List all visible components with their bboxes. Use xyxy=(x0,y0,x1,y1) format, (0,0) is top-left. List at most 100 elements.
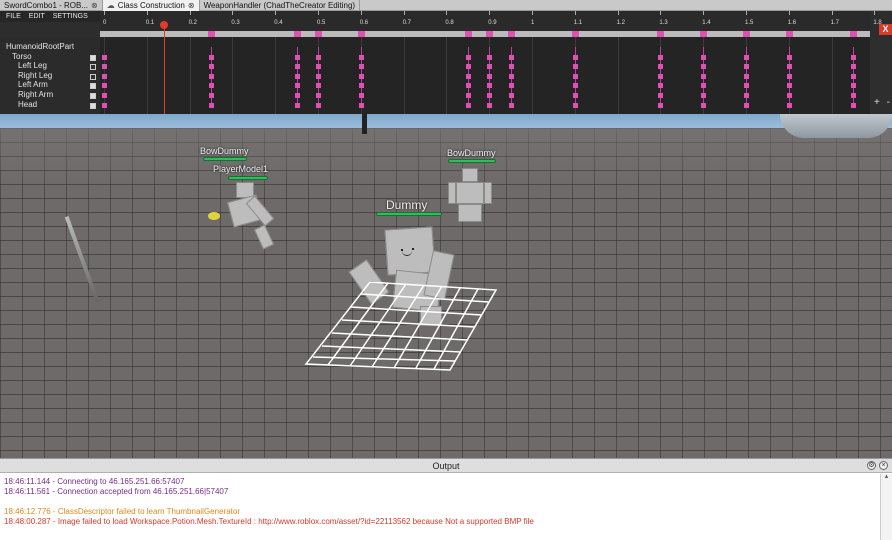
keyframe[interactable] xyxy=(358,54,364,60)
keyframe[interactable] xyxy=(508,73,514,79)
tab-swordcombo[interactable]: SwordCombo1 - ROB... ⊗ xyxy=(0,0,103,11)
scroll-up-icon[interactable]: ▲ xyxy=(881,474,892,480)
keyframe[interactable] xyxy=(465,93,471,98)
keyframe[interactable] xyxy=(744,54,749,60)
keyframe-tracks[interactable] xyxy=(100,37,876,114)
keyframe[interactable] xyxy=(572,54,578,60)
keyframe[interactable] xyxy=(744,93,749,98)
menu-settings[interactable]: SETTINGS xyxy=(53,11,88,22)
bowdummy-torso[interactable] xyxy=(456,182,484,204)
keyframe[interactable] xyxy=(102,64,107,70)
keyframe[interactable] xyxy=(487,102,493,108)
keyframe[interactable] xyxy=(209,102,214,108)
keyframe[interactable] xyxy=(209,54,214,60)
keyframe[interactable] xyxy=(851,54,856,60)
keyframe[interactable] xyxy=(358,102,364,108)
keyframe[interactable] xyxy=(572,102,578,108)
joint-tree-item[interactable]: Right Arm xyxy=(18,90,53,99)
menu-edit[interactable]: EDIT xyxy=(29,11,45,22)
keyframe[interactable] xyxy=(294,64,300,70)
keyframe[interactable] xyxy=(487,73,493,79)
keyframe[interactable] xyxy=(487,54,493,60)
joint-tree-item[interactable]: Head xyxy=(18,100,37,109)
keyframe[interactable] xyxy=(701,83,707,89)
3d-viewport[interactable]: BowDummy PlayerModel1 BowDummy Dummy xyxy=(0,114,892,458)
close-icon[interactable]: × xyxy=(879,461,888,470)
keyframe[interactable] xyxy=(851,93,856,98)
keyframe[interactable] xyxy=(786,54,792,60)
keyframe[interactable] xyxy=(744,83,749,89)
keyframe[interactable] xyxy=(658,93,664,98)
keyframe[interactable] xyxy=(851,83,856,89)
keyframe[interactable] xyxy=(294,54,300,60)
tab-weapon-handler[interactable]: WeaponHandler (ChadTheCreator Editing) xyxy=(200,0,361,11)
keyframe[interactable] xyxy=(851,64,856,70)
joint-checkbox[interactable] xyxy=(90,64,96,71)
close-icon[interactable]: ⊗ xyxy=(188,0,195,11)
close-icon[interactable]: ⊗ xyxy=(91,0,98,11)
keyframe[interactable] xyxy=(294,73,300,79)
joint-checkbox[interactable] xyxy=(90,73,96,80)
keyframe[interactable] xyxy=(658,54,664,60)
close-editor-button[interactable]: X xyxy=(879,24,892,35)
keyframe[interactable] xyxy=(358,73,364,79)
keyframe[interactable] xyxy=(572,73,578,79)
joint-tree-item[interactable]: Right Leg xyxy=(18,71,52,80)
keyframe[interactable] xyxy=(358,64,364,70)
timeline-ruler[interactable]: 0 0.1 0.2 0.3 0.4 0.5 0.6 0.7 0.8 0.9 1 1.1 1.2 1.3 1.… xyxy=(100,11,882,31)
keyframe[interactable] xyxy=(572,93,578,98)
keyframe[interactable] xyxy=(316,83,321,89)
output-scrollbar[interactable]: ▲ xyxy=(880,474,892,540)
keyframe[interactable] xyxy=(209,93,214,98)
keyframe[interactable] xyxy=(316,93,321,98)
keyframe[interactable] xyxy=(701,64,707,70)
settings-icon[interactable]: ⚙ xyxy=(867,461,876,470)
joint-tree-item[interactable]: Left Arm xyxy=(18,80,48,89)
keyframe[interactable] xyxy=(102,54,107,60)
zoom-buttons[interactable]: + - xyxy=(874,97,892,108)
keyframe[interactable] xyxy=(508,64,514,70)
keyframe[interactable] xyxy=(465,73,471,79)
keyframe[interactable] xyxy=(487,64,493,70)
keyframe[interactable] xyxy=(701,73,707,79)
keyframe[interactable] xyxy=(102,102,107,108)
keyframe[interactable] xyxy=(744,73,749,79)
keyframe[interactable] xyxy=(487,93,493,98)
keyframe[interactable] xyxy=(786,93,792,98)
joint-tree-item[interactable]: Torso xyxy=(12,52,32,61)
keyframe[interactable] xyxy=(744,64,749,70)
keyframe[interactable] xyxy=(316,54,321,60)
keyframe[interactable] xyxy=(358,93,364,98)
menu-file[interactable]: FILE xyxy=(6,11,21,22)
keyframe[interactable] xyxy=(851,102,856,108)
keyframe[interactable] xyxy=(744,102,749,108)
keyframe[interactable] xyxy=(465,83,471,89)
bowdummy-head[interactable] xyxy=(462,168,478,182)
keyframe[interactable] xyxy=(294,93,300,98)
tab-class-construction[interactable]: ☁ Class Construction ⊗ xyxy=(102,0,200,11)
keyframe[interactable] xyxy=(209,64,214,70)
keyframe[interactable] xyxy=(465,102,471,108)
keyframe[interactable] xyxy=(701,54,707,60)
keyframe[interactable] xyxy=(487,83,493,89)
keyframe[interactable] xyxy=(316,64,321,70)
keyframe[interactable] xyxy=(786,102,792,108)
playhead-handle[interactable] xyxy=(159,21,168,29)
keyframe[interactable] xyxy=(102,73,107,79)
keyframe[interactable] xyxy=(209,73,214,79)
keyframe[interactable] xyxy=(658,83,664,89)
keyframe[interactable] xyxy=(294,83,300,89)
keyframe[interactable] xyxy=(508,54,514,60)
keyframe[interactable] xyxy=(786,73,792,79)
keyframe[interactable] xyxy=(465,64,471,70)
keyframe[interactable] xyxy=(658,73,664,79)
keyframe[interactable] xyxy=(851,73,856,79)
keyframe[interactable] xyxy=(572,64,578,70)
keyframe[interactable] xyxy=(102,93,107,98)
joint-tree-item[interactable]: HumanoidRootPart xyxy=(6,42,74,51)
keyframe[interactable] xyxy=(786,83,792,89)
keyframe[interactable] xyxy=(465,54,471,60)
keyframe[interactable] xyxy=(316,73,321,79)
joint-checkbox[interactable] xyxy=(90,83,96,90)
keyframe[interactable] xyxy=(572,83,578,89)
